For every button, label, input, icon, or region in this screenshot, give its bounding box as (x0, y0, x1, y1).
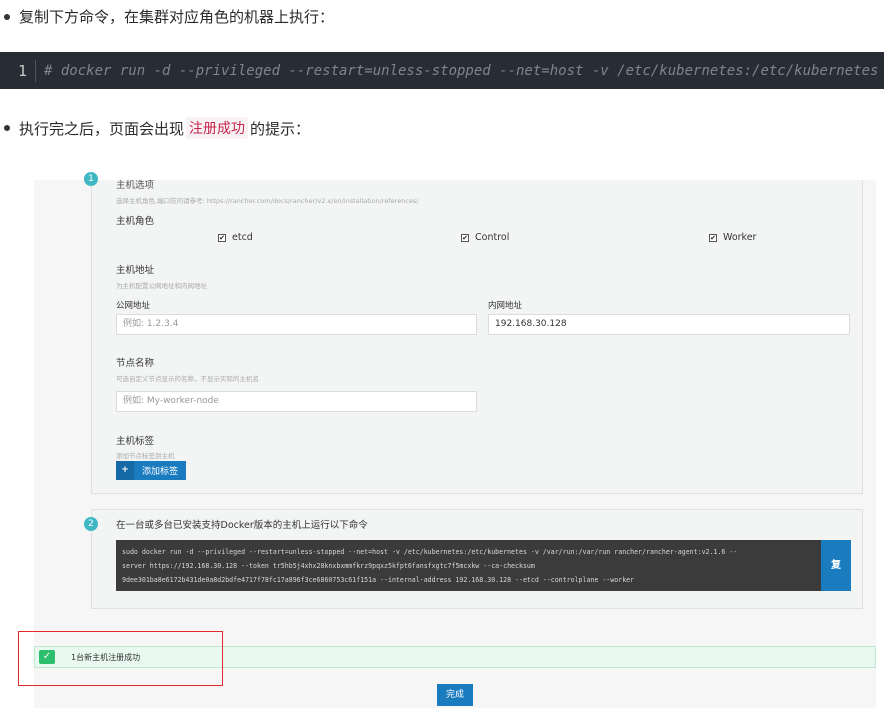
bullet-dot (4, 125, 10, 131)
line-number: 1 (0, 59, 36, 82)
role-checkbox-etcd[interactable]: ✔ etcd (218, 232, 253, 243)
instruction-step-1: 复制下方命令，在集群对应角色的机器上执行： (4, 6, 334, 27)
command-line-2: server https://192.168.30.128 --token tr… (122, 562, 535, 570)
command-line-3: 9dee301ba8e6172b431de0a8d2bdfe4717f78fc1… (122, 576, 635, 584)
instruction-text: 复制下方命令，在集群对应角色的机器上执行： (19, 8, 335, 26)
inline-code-success: 注册成功 (186, 117, 249, 139)
step-2-badge: 2 (84, 517, 98, 531)
plus-icon: + (116, 461, 134, 480)
check-icon: ✔ (461, 233, 469, 242)
roles-label: 主机角色 (116, 216, 155, 227)
private-address-label: 内网地址 (488, 301, 523, 311)
done-button[interactable]: 完成 (437, 684, 473, 706)
run-command-card: 2 在一台或多台已安装支持Docker版本的主机上运行以下命令 sudo doc… (84, 509, 863, 609)
copy-button[interactable]: 复 (821, 540, 851, 591)
private-address-input[interactable]: 192.168.30.128 (488, 314, 850, 335)
tags-label: 主机标签 (116, 436, 155, 447)
role-name: Control (475, 232, 510, 243)
highlight-box (18, 631, 223, 686)
public-address-input[interactable]: 例如: 1.2.3.4 (116, 314, 477, 335)
docker-command[interactable]: # docker run -d --privileged --restart=u… (36, 63, 878, 79)
address-label: 主机地址 (116, 265, 155, 276)
host-options-card: 1 主机选项 选择主机角色,端口防问请参考: https://rancher.c… (84, 172, 863, 494)
add-tag-label: 添加标签 (142, 467, 179, 477)
instruction-step-2: 执行完之后，页面会出现 注册成功 的提示： (4, 117, 310, 139)
instruction-text-after: 的提示： (250, 119, 311, 138)
instruction-text-before: 执行完之后，页面会出现 (19, 119, 185, 138)
run-command-title: 在一台或多台已安装支持Docker版本的主机上运行以下命令 (116, 520, 368, 531)
node-name-input[interactable]: 例如: My-worker-node (116, 391, 477, 412)
roles-section-title: 主机选项 (116, 180, 155, 191)
check-icon: ✔ (218, 233, 226, 242)
rancher-screenshot: 1 主机选项 选择主机角色,端口防问请参考: https://rancher.c… (18, 172, 876, 708)
add-tag-button[interactable]: + 添加标签 (116, 461, 186, 480)
command-line-1: sudo docker run -d --privileged --restar… (122, 548, 738, 556)
role-name: Worker (723, 232, 757, 243)
node-name-label: 节点名称 (116, 358, 155, 369)
role-checkbox-worker[interactable]: ✔ Worker (709, 232, 756, 243)
check-icon: ✔ (709, 233, 717, 242)
roles-hint: 选择主机角色,端口防问请参考: https://rancher.com/docs… (116, 197, 419, 205)
node-name-hint: 可选自定义节点显示的名称，不显示实际的主机名 (116, 375, 259, 383)
bullet-dot (4, 13, 10, 20)
step-1-badge: 1 (84, 172, 98, 186)
tags-hint: 添加节点标签到主机 (116, 452, 175, 460)
role-name: etcd (232, 232, 253, 243)
code-block: 1 # docker run -d --privileged --restart… (0, 52, 884, 89)
role-checkbox-control[interactable]: ✔ Control (461, 232, 509, 243)
registration-command[interactable]: sudo docker run -d --privileged --restar… (116, 540, 821, 591)
public-address-label: 公网地址 (116, 301, 151, 311)
address-hint: 为主机配置公网地址和内网地址 (116, 282, 207, 290)
